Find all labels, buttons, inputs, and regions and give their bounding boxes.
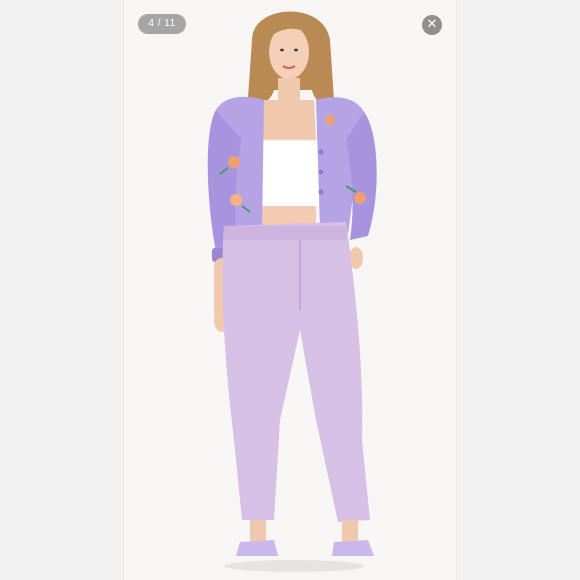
image-counter-badge: 4 / 11 [138,14,186,34]
floor-shadow [224,560,364,572]
ankle-left [250,520,266,542]
sandal-right [332,540,374,556]
eye-left [280,48,284,52]
chest [262,100,316,140]
image-counter-text: 4 / 11 [148,18,176,29]
flower-1 [228,156,240,168]
close-button[interactable]: ✕ [422,15,442,35]
jeans [222,222,370,522]
waistband [224,226,346,240]
eye-right [294,48,298,52]
close-icon: ✕ [426,17,438,32]
button-2 [318,169,324,175]
flower-4 [354,192,366,204]
sandal-left [236,540,278,556]
product-photo[interactable] [124,0,456,580]
flower-3 [325,115,335,125]
button-1 [318,149,324,155]
button-3 [318,189,324,195]
model-illustration [207,11,377,572]
neck [278,78,300,100]
flower-2 [230,194,242,206]
ankle-right [342,520,358,542]
